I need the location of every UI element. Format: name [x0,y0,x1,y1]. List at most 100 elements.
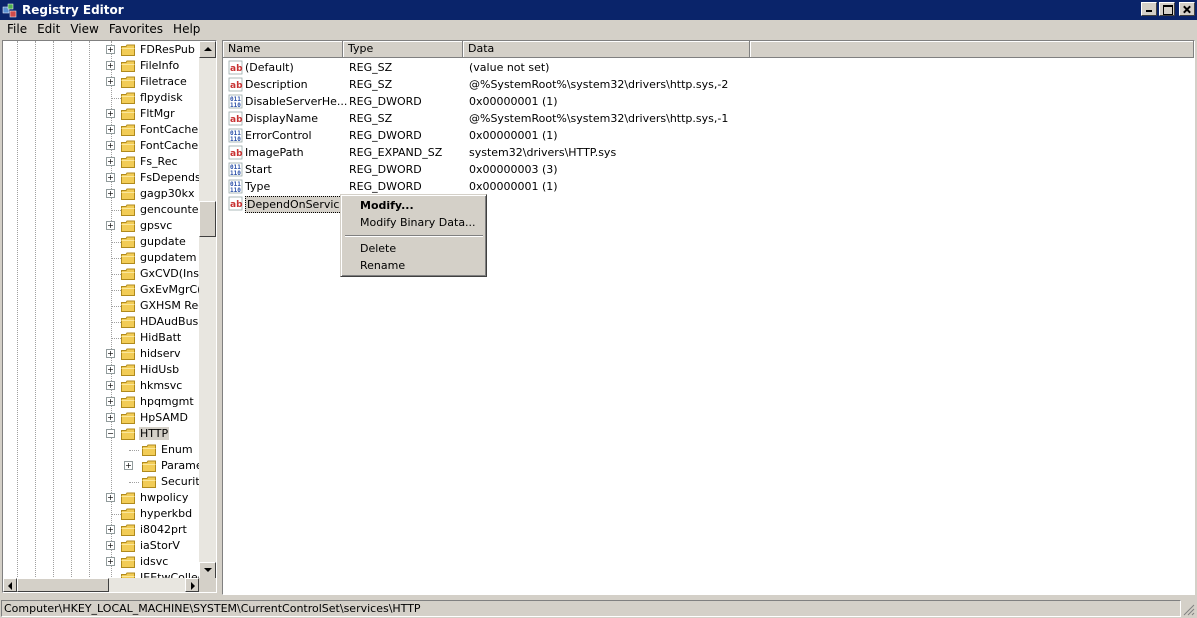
value-row[interactable]: 011 110 Start REG_DWORD 0x00000003 (3) [223,161,1194,178]
expand-icon[interactable]: + [106,381,115,390]
collapse-icon[interactable]: − [106,429,115,438]
tree-item[interactable]: Enum [3,442,199,458]
scroll-down-button[interactable] [199,562,216,579]
tree-hscroll-thumb[interactable] [17,578,109,592]
value-name: ImagePath [245,146,304,159]
tree-item[interactable]: + HpSAMD [3,410,199,426]
tree-item[interactable]: + FltMgr [3,106,199,122]
tree-item[interactable]: GXHSM Reca [3,298,199,314]
scroll-left-button[interactable] [3,578,17,592]
column-header-name[interactable]: Name [223,41,343,58]
tree-item[interactable]: − HTTP [3,426,199,442]
resize-grip-icon[interactable] [1183,604,1195,616]
value-row[interactable]: 011 110 ErrorControl REG_DWORD 0x00000001 (1… [223,127,1194,144]
menu-item-modify-binary[interactable]: Modify Binary Data... [344,214,483,231]
tree-item[interactable]: gupdate [3,234,199,250]
tree-item[interactable]: gupdatem [3,250,199,266]
value-row[interactable]: ab Description REG_SZ @%SystemRoot%\system3… [223,76,1194,93]
expand-icon[interactable]: + [106,189,115,198]
expand-icon[interactable]: + [124,461,133,470]
tree-vertical-scrollbar[interactable] [199,41,216,579]
scroll-right-button[interactable] [185,578,199,592]
tree-item[interactable]: + FDResPub [3,42,199,58]
expand-icon[interactable]: + [106,77,115,86]
tree-item[interactable]: + idsvc [3,554,199,570]
tree-item-label: Security [161,475,199,488]
menu-edit[interactable]: Edit [32,22,65,36]
tree-item[interactable]: + gpsvc [3,218,199,234]
tree-item[interactable]: + hpqmgmt [3,394,199,410]
column-header-data[interactable]: Data [463,41,750,58]
expand-icon[interactable]: + [106,125,115,134]
expand-icon[interactable]: + [106,413,115,422]
tree-item[interactable]: + hkmsvc [3,378,199,394]
tree-item[interactable]: HDAudBus [3,314,199,330]
expand-icon[interactable]: + [106,493,115,502]
expand-icon[interactable]: + [106,397,115,406]
menu-help[interactable]: Help [168,22,205,36]
tree-scroll-thumb[interactable] [199,201,216,237]
menu-item-modify[interactable]: Modify... [344,197,483,214]
tree-item[interactable]: + FileInfo [3,58,199,74]
tree-item[interactable]: + Filetrace [3,74,199,90]
tree-item[interactable]: flpydisk [3,90,199,106]
value-row[interactable]: 011 110 DisableServerHe... REG_DWORD 0x00000… [223,93,1194,110]
tree-horizontal-scrollbar[interactable] [3,578,199,592]
tree-item[interactable]: + HidUsb [3,362,199,378]
tree-item-label: hyperkbd [140,507,193,520]
expand-icon[interactable]: + [106,45,115,54]
tree-item[interactable]: + Fs_Rec [3,154,199,170]
svg-text:ab: ab [230,64,243,74]
value-row[interactable]: 011 110 Type REG_DWORD 0x00000001 (1) [223,178,1194,195]
tree-item[interactable]: + FsDepends [3,170,199,186]
expand-icon[interactable]: + [106,557,115,566]
tree-item[interactable]: GxCVD(Insta [3,266,199,282]
tree-item[interactable]: GxEvMgrC(I [3,282,199,298]
expand-icon[interactable]: + [106,365,115,374]
menu-item-rename[interactable]: Rename [344,257,483,274]
tree-item[interactable]: + i8042prt [3,522,199,538]
expand-icon[interactable]: + [106,109,115,118]
key-tree: + FDResPub + FileInfo + Filetrace flpydisk + Flt… [3,41,199,579]
minimize-button[interactable] [1141,2,1157,16]
title-bar[interactable]: Registry Editor [0,0,1197,20]
tree-item[interactable]: + FontCache [3,122,199,138]
value-row[interactable]: ab DisplayName REG_SZ @%SystemRoot%\system3… [223,110,1194,127]
tree-item[interactable]: Security [3,474,199,490]
value-row[interactable]: ab (Default) REG_SZ (value not set) [223,59,1194,76]
expand-icon[interactable]: + [106,525,115,534]
menu-view[interactable]: View [65,22,103,36]
tree-item[interactable]: + hidserv [3,346,199,362]
tree-item[interactable]: gencounter [3,202,199,218]
tree-item-label: iaStorV [140,539,180,552]
menu-file[interactable]: File [2,22,32,36]
tree-item[interactable]: + iaStorV [3,538,199,554]
menu-favorites[interactable]: Favorites [104,22,168,36]
tree-item[interactable]: hyperkbd [3,506,199,522]
expand-icon[interactable]: + [106,173,115,182]
expand-icon[interactable]: + [106,349,115,358]
tree-item[interactable]: + hwpolicy [3,490,199,506]
close-button[interactable] [1179,2,1195,16]
tree-item[interactable]: HidBatt [3,330,199,346]
expand-icon[interactable]: + [106,157,115,166]
tree-item[interactable]: + gagp30kx [3,186,199,202]
maximize-button[interactable] [1159,2,1175,16]
expand-icon[interactable]: + [106,141,115,150]
key-tree-pane[interactable]: + FDResPub + FileInfo + Filetrace flpydisk + Flt… [2,40,217,593]
expand-icon[interactable]: + [106,541,115,550]
folder-icon [121,492,135,504]
tree-item[interactable]: + Paramet [3,458,199,474]
menu-item-delete[interactable]: Delete [344,240,483,257]
tree-item[interactable]: + FontCache3 [3,138,199,154]
column-header-type[interactable]: Type [343,41,463,58]
value-row[interactable]: ab ImagePath REG_EXPAND_SZ system32\drivers… [223,144,1194,161]
tree-item-label: HDAudBus [140,315,199,328]
value-type: REG_SZ [349,112,393,125]
status-bar: Computer\HKEY_LOCAL_MACHINE\SYSTEM\Curre… [0,598,1197,618]
expand-icon[interactable]: + [106,61,115,70]
values-list-pane[interactable]: Name Type Data ab (Default) REG_SZ (value n… [222,40,1195,595]
expand-icon[interactable]: + [106,221,115,230]
scroll-up-button[interactable] [199,41,216,58]
value-data: 0x00000001 (1) [469,180,558,193]
